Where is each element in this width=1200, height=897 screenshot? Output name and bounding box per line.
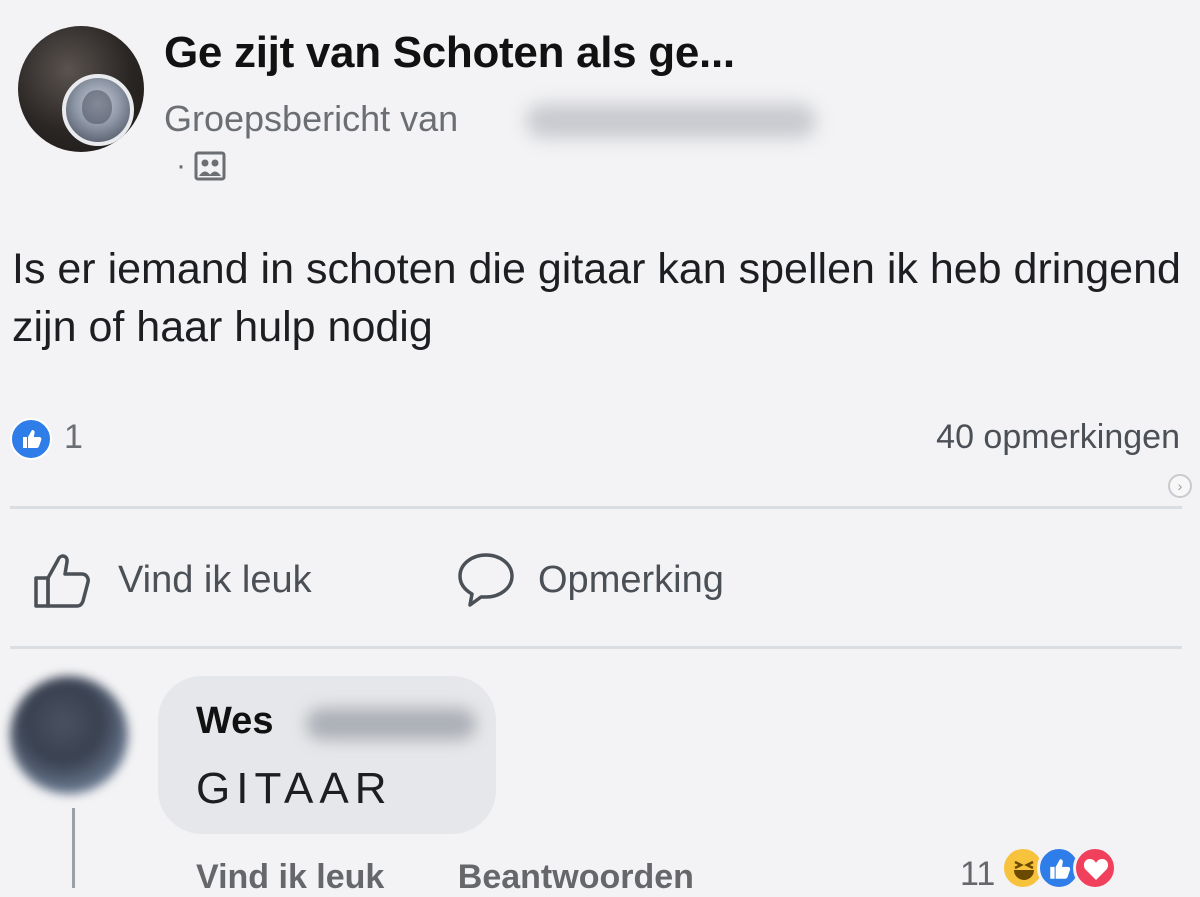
comment-bubble: Wes GITAAR: [158, 676, 496, 834]
commenter-avatar[interactable]: [10, 676, 128, 794]
author-name-redacted[interactable]: [526, 104, 816, 138]
group-avatar[interactable]: [18, 26, 144, 152]
comment-text: GITAAR: [196, 764, 393, 813]
group-name[interactable]: Ge zijt van Schoten als ge...: [164, 28, 735, 78]
comment-button[interactable]: Opmerking: [456, 540, 724, 620]
chevron-right-icon[interactable]: ›: [1168, 474, 1192, 498]
heart-icon: [1073, 846, 1118, 890]
post-subtitle: Groepsbericht van: [164, 98, 459, 139]
comment-reply-link[interactable]: Beantwoorden: [458, 858, 694, 896]
post-header: Ge zijt van Schoten als ge... Groepsberi…: [18, 26, 1178, 196]
group-icon: [194, 151, 226, 181]
comment-reactions[interactable]: 11: [960, 846, 1118, 893]
thumbs-up-outline-icon: [32, 550, 96, 610]
like-button[interactable]: Vind ik leuk: [32, 540, 312, 620]
thumbs-up-icon[interactable]: [10, 418, 52, 460]
comment-actions: Vind ik leuk Beantwoorden: [196, 858, 758, 897]
comments-count[interactable]: 40 opmerkingen: [936, 418, 1180, 457]
commenter-name[interactable]: Wes: [196, 700, 273, 743]
author-avatar: [62, 74, 134, 146]
comment-label: Opmerking: [538, 558, 724, 601]
like-label: Vind ik leuk: [118, 558, 312, 601]
divider: [10, 646, 1182, 649]
thread-line: [72, 808, 75, 888]
commenter-surname-redacted[interactable]: [306, 708, 476, 740]
divider: [10, 506, 1182, 509]
like-count[interactable]: 1: [64, 418, 83, 457]
post-text: Is er iemand in schoten die gitaar kan s…: [12, 245, 1181, 351]
speech-bubble-icon: [456, 551, 516, 609]
separator-dot: ·: [176, 149, 186, 182]
reaction-stats: 1 40 opmerkingen: [10, 414, 1180, 464]
comment-like-link[interactable]: Vind ik leuk: [196, 858, 384, 896]
privacy-row: ·: [176, 146, 226, 186]
